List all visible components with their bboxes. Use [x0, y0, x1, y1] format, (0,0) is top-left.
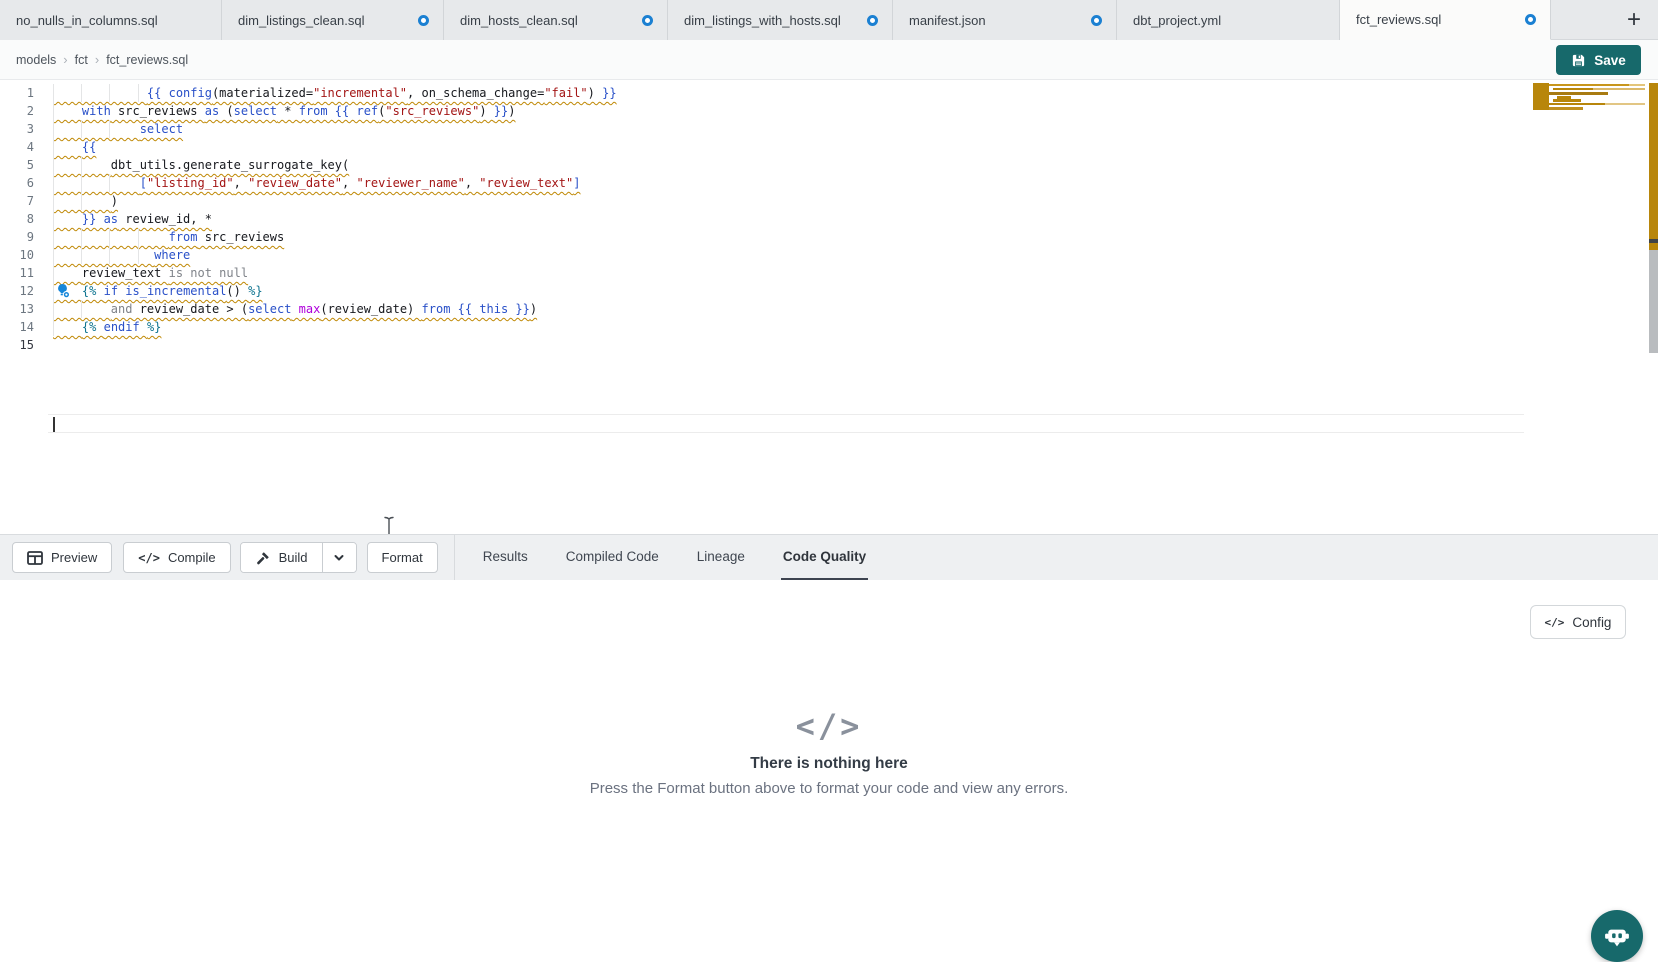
line-number: 15 [0, 336, 34, 354]
file-tab[interactable]: dim_listings_with_hosts.sql [668, 0, 893, 40]
chevron-down-icon [332, 551, 346, 565]
code-icon: </> [1545, 616, 1565, 629]
file-tab[interactable]: dbt_project.yml [1117, 0, 1340, 40]
format-button-label: Format [382, 550, 423, 565]
code-line[interactable]: 8 }} as review_id, * [0, 210, 1658, 228]
code-line[interactable]: 6 ["listing_id", "review_date", "reviewe… [0, 174, 1658, 192]
file-tab-label: dbt_project.yml [1133, 13, 1325, 28]
build-dropdown-chevron[interactable] [322, 543, 356, 572]
bottom-toolbar: Preview </> Compile Build Format R [0, 534, 1658, 580]
panel-tab-results[interactable]: Results [481, 535, 530, 581]
line-number: 5 [0, 156, 34, 174]
text-caret [53, 417, 55, 432]
code-line[interactable]: 10 where [0, 246, 1658, 264]
code-line[interactable]: 14 {% endif %} [0, 318, 1658, 336]
code-icon: </> [0, 706, 1658, 746]
code-quality-panel: </> Config </> There is nothing here Pre… [0, 580, 1658, 955]
file-tab[interactable]: dim_listings_clean.sql [222, 0, 444, 40]
line-number: 7 [0, 192, 34, 210]
save-button-label: Save [1594, 53, 1626, 68]
breadcrumb-item-fct[interactable]: fct [75, 53, 88, 67]
line-number: 8 [0, 210, 34, 228]
code-icon: </> [138, 551, 160, 565]
compile-button[interactable]: </> Compile [123, 542, 230, 573]
editor-scrollbar[interactable] [1649, 83, 1658, 534]
file-tab[interactable]: no_nulls_in_columns.sql [0, 0, 222, 40]
unsaved-changes-dot-icon [867, 15, 878, 26]
code-line[interactable]: 13 and review_date > (select max(review_… [0, 300, 1658, 318]
code-line[interactable]: 9 from src_reviews [0, 228, 1658, 246]
code-line[interactable]: 3 select [0, 120, 1658, 138]
line-number: 10 [0, 246, 34, 264]
breadcrumb-item-file[interactable]: fct_reviews.sql [106, 53, 188, 67]
build-button[interactable]: Build [241, 543, 322, 572]
chatbot-button[interactable] [1591, 910, 1643, 962]
code-line[interactable]: 5 dbt_utils.generate_surrogate_key( [0, 156, 1658, 174]
panel-tabs: Results Compiled Code Lineage Code Quality [481, 535, 868, 581]
editor-minimap[interactable] [1533, 83, 1645, 143]
hammer-icon [255, 550, 271, 566]
line-number: 2 [0, 102, 34, 120]
warning-overview-marks [1649, 83, 1658, 250]
code-line[interactable]: 4 {{ [0, 138, 1658, 156]
line-number: 14 [0, 318, 34, 336]
file-tab-label: dim_listings_with_hosts.sql [684, 13, 857, 28]
current-line-highlight [48, 414, 1524, 433]
build-button-label: Build [279, 550, 308, 565]
editor-tab-bar: no_nulls_in_columns.sql dim_listings_clea… [0, 0, 1658, 40]
breadcrumb-item-models[interactable]: models [16, 53, 56, 67]
line-number: 13 [0, 300, 34, 318]
unsaved-changes-dot-icon [642, 15, 653, 26]
code-line[interactable]: 1 {{ config(materialized="incremental", … [0, 84, 1658, 102]
line-number: 1 [0, 84, 34, 102]
code-line[interactable]: 12 {% if is_incremental() %} [0, 282, 1658, 300]
unsaved-changes-dot-icon [418, 15, 429, 26]
code-editor[interactable]: 1 {{ config(materialized="incremental", … [0, 80, 1658, 534]
unsaved-changes-dot-icon [1525, 14, 1536, 25]
panel-tab-code-quality[interactable]: Code Quality [781, 535, 868, 581]
line-number: 6 [0, 174, 34, 192]
preview-button[interactable]: Preview [12, 542, 112, 573]
save-icon [1571, 53, 1586, 68]
toolbar-divider [454, 535, 455, 581]
new-tab-button[interactable]: + [1616, 0, 1652, 39]
panel-tab-compiled-code[interactable]: Compiled Code [564, 535, 661, 581]
breadcrumb-separator-icon: › [95, 52, 99, 67]
file-tab-label: no_nulls_in_columns.sql [16, 13, 207, 28]
robot-chat-icon [1603, 922, 1631, 950]
file-tab[interactable]: manifest.json [893, 0, 1117, 40]
build-split-button: Build [240, 542, 357, 573]
empty-state: </> There is nothing here Press the Form… [0, 706, 1658, 797]
line-number: 9 [0, 228, 34, 246]
panel-tab-lineage[interactable]: Lineage [695, 535, 747, 581]
code-line[interactable]: 15 [0, 336, 1658, 354]
quick-fix-lightbulb-icon[interactable] [55, 283, 71, 299]
file-tab[interactable]: fct_reviews.sql [1340, 0, 1551, 40]
line-number: 3 [0, 120, 34, 138]
cursor-overview-mark [1649, 239, 1658, 243]
compile-button-label: Compile [168, 550, 216, 565]
empty-state-title: There is nothing here [0, 755, 1658, 773]
line-number: 11 [0, 264, 34, 282]
unsaved-changes-dot-icon [1091, 15, 1102, 26]
code-line[interactable]: 2 with src_reviews as (select * from {{ … [0, 102, 1658, 120]
table-icon [27, 551, 43, 565]
code-line[interactable]: 11 review_text is not null [0, 264, 1658, 282]
line-number: 12 [0, 282, 34, 300]
file-tab[interactable]: dim_hosts_clean.sql [444, 0, 668, 40]
code-line[interactable]: 7 ) [0, 192, 1658, 210]
preview-button-label: Preview [51, 550, 97, 565]
config-button-label: Config [1572, 615, 1611, 630]
format-button[interactable]: Format [367, 542, 438, 573]
breadcrumb-bar: models › fct › fct_reviews.sql Save [0, 40, 1658, 80]
file-tab-label: dim_listings_clean.sql [238, 13, 408, 28]
line-number: 4 [0, 138, 34, 156]
empty-state-subtitle: Press the Format button above to format … [0, 780, 1658, 797]
config-button[interactable]: </> Config [1530, 605, 1626, 639]
file-tab-label: manifest.json [909, 13, 1081, 28]
save-button[interactable]: Save [1556, 45, 1641, 75]
file-tab-label: dim_hosts_clean.sql [460, 13, 632, 28]
file-tab-label: fct_reviews.sql [1356, 12, 1515, 27]
breadcrumb-separator-icon: › [63, 52, 67, 67]
